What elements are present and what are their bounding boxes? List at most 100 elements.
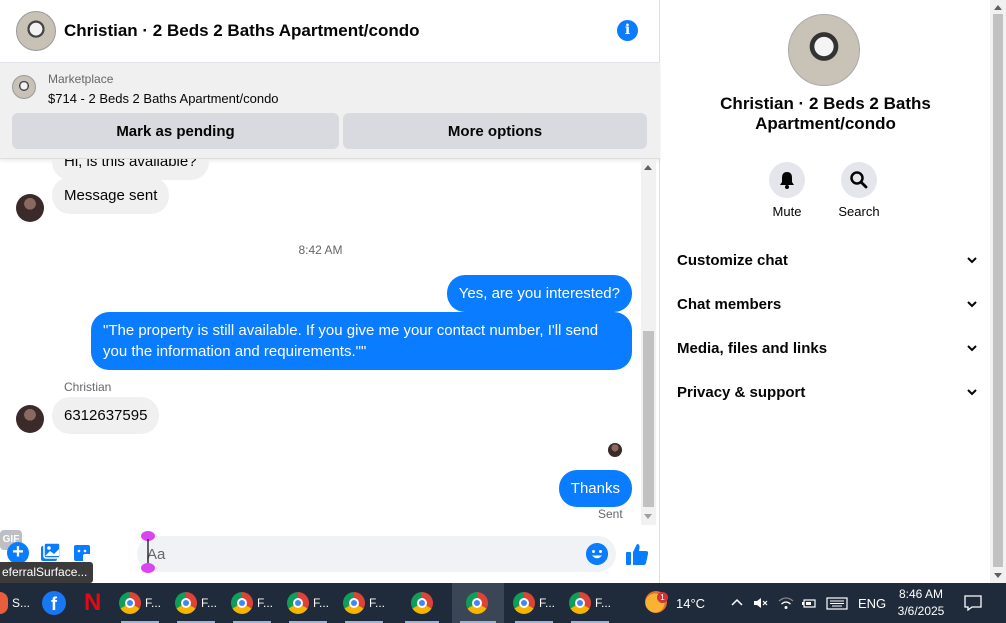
taskbar-chrome-window[interactable]: F... [337, 583, 391, 623]
search-label: Search [838, 204, 880, 219]
mute-label: Mute [772, 204, 802, 219]
mark-as-pending-button[interactable]: Mark as pending [12, 113, 339, 149]
message-bubble-outgoing: Thanks [558, 470, 632, 507]
scroll-up-arrow-icon[interactable] [644, 165, 652, 170]
scroll-up-arrow-icon[interactable] [994, 5, 1002, 10]
chevron-down-icon [967, 257, 977, 264]
taskbar-app-label: F... [145, 596, 162, 610]
taskbar-chrome-window[interactable] [397, 583, 447, 623]
details-title: Christian · 2 Beds 2 Baths Apartment/con… [720, 94, 931, 133]
chrome-icon [343, 592, 365, 614]
listing-thumbnail[interactable] [12, 75, 36, 99]
sent-status: Sent [598, 507, 623, 521]
marketplace-banner: Marketplace $714 - 2 Beds 2 Baths Apartm… [0, 63, 660, 159]
chat-title[interactable]: Christian · 2 Beds 2 Baths Apartment/con… [64, 21, 419, 41]
chat-header: Christian · 2 Beds 2 Baths Apartment/con… [0, 0, 660, 63]
chevron-down-icon [967, 389, 977, 396]
weather-temperature[interactable]: 14°C [676, 583, 705, 623]
search-icon[interactable] [841, 162, 877, 198]
chrome-icon [513, 592, 535, 614]
chrome-icon [287, 592, 309, 614]
windows-taskbar: S... f N F... F... F... F... F... F... F… [0, 583, 1006, 623]
message-bubble-outgoing: "The property is still available. If you… [91, 312, 632, 370]
chevron-up-icon[interactable] [729, 595, 745, 611]
taskbar-app-label: F... [257, 596, 274, 610]
app-icon [0, 592, 8, 614]
taskbar-chrome-window[interactable]: F... [281, 583, 335, 623]
speaker-muted-icon[interactable] [752, 595, 768, 611]
taskbar-chrome-window-active[interactable] [452, 583, 504, 623]
taskbar-app-label: F... [539, 596, 556, 610]
chat-panel: Christian · 2 Beds 2 Baths Apartment/con… [0, 0, 660, 583]
plus-icon[interactable]: + [7, 542, 29, 564]
chrome-icon [569, 592, 591, 614]
clock-date: 3/6/2025 [897, 604, 945, 618]
section-customize-chat[interactable]: Customize chat [677, 240, 977, 280]
facebook-icon[interactable]: f [42, 583, 68, 623]
battery-icon[interactable] [801, 595, 817, 611]
netflix-icon[interactable]: N [84, 583, 104, 623]
message-input[interactable] [147, 536, 577, 572]
system-clock[interactable]: 8:46 AM 3/6/2025 [893, 586, 949, 620]
taskbar-chrome-window[interactable]: F... [563, 583, 617, 623]
message-timestamp: 8:42 AM [298, 243, 343, 257]
chrome-icon [231, 592, 253, 614]
emoji-icon[interactable] [586, 543, 608, 565]
taskbar-app-label: F... [201, 596, 218, 610]
taskbar-app-label: F... [313, 596, 330, 610]
mute-action[interactable]: Mute [757, 162, 817, 219]
section-label: Privacy & support [677, 383, 806, 401]
taskbar-app-label: S... [12, 596, 31, 610]
info-icon[interactable]: i [617, 20, 638, 41]
language-indicator[interactable]: ENG [858, 583, 886, 623]
scroll-thumb[interactable] [643, 331, 654, 507]
scroll-down-arrow-icon[interactable] [994, 573, 1002, 578]
message-bubble-outgoing: Yes, are you interested? [446, 275, 632, 312]
taskbar-app-s[interactable]: S... [0, 583, 34, 623]
details-panel: Christian · 2 Beds 2 Baths Apartment/con… [661, 0, 990, 583]
notification-center-icon[interactable] [964, 594, 982, 612]
weather-badge: 1 [657, 592, 668, 603]
taskbar-chrome-window[interactable]: F... [225, 583, 279, 623]
bell-icon[interactable] [769, 162, 805, 198]
read-receipt-avatar [608, 443, 622, 457]
marketplace-label: Marketplace [48, 72, 114, 86]
taskbar-chrome-window[interactable]: F... [113, 583, 167, 623]
message-bubble-incoming: 6312637595 [52, 397, 160, 434]
section-chat-members[interactable]: Chat members [677, 284, 977, 324]
sender-avatar[interactable] [16, 194, 44, 222]
section-media-files-links[interactable]: Media, files and links [677, 328, 977, 368]
keyboard-icon[interactable] [826, 595, 848, 611]
chrome-icon [466, 592, 488, 614]
section-privacy-support[interactable]: Privacy & support [677, 372, 977, 412]
chat-scrollbar[interactable] [641, 159, 656, 525]
scroll-down-arrow-icon[interactable] [644, 514, 652, 519]
chrome-icon [175, 592, 197, 614]
taskbar-app-label: F... [595, 596, 612, 610]
wifi-icon[interactable] [778, 595, 794, 611]
taskbar-app-label: F... [369, 596, 386, 610]
thumbs-up-icon[interactable] [624, 541, 650, 567]
chrome-icon [119, 592, 141, 614]
search-action[interactable]: Search [829, 162, 889, 219]
message-composer: + GIF [0, 530, 660, 578]
taskbar-chrome-window[interactable]: F... [507, 583, 561, 623]
listing-price-title[interactable]: $714 - 2 Beds 2 Baths Apartment/condo [48, 91, 279, 106]
sender-avatar[interactable] [16, 405, 44, 433]
scroll-thumb[interactable] [993, 14, 1003, 567]
message-list[interactable]: Hi, is this available? Message sent 8:42… [0, 159, 641, 525]
listing-avatar[interactable] [16, 11, 56, 51]
sticker-icon[interactable] [71, 542, 93, 564]
section-label: Media, files and links [677, 339, 828, 357]
photo-icon[interactable] [39, 542, 61, 564]
chevron-down-icon [967, 301, 977, 308]
more-options-button[interactable]: More options [343, 113, 647, 149]
message-input-wrapper [137, 536, 616, 572]
text-cursor-handle-icon [141, 531, 155, 573]
listing-large-avatar[interactable] [788, 14, 860, 86]
sender-name: Christian [64, 380, 112, 394]
screen: Christian · 2 Beds 2 Baths Apartment/con… [0, 0, 1006, 623]
page-scrollbar[interactable] [990, 0, 1006, 583]
referral-tooltip: eferralSurface... [0, 562, 93, 583]
taskbar-chrome-window[interactable]: F... [169, 583, 223, 623]
